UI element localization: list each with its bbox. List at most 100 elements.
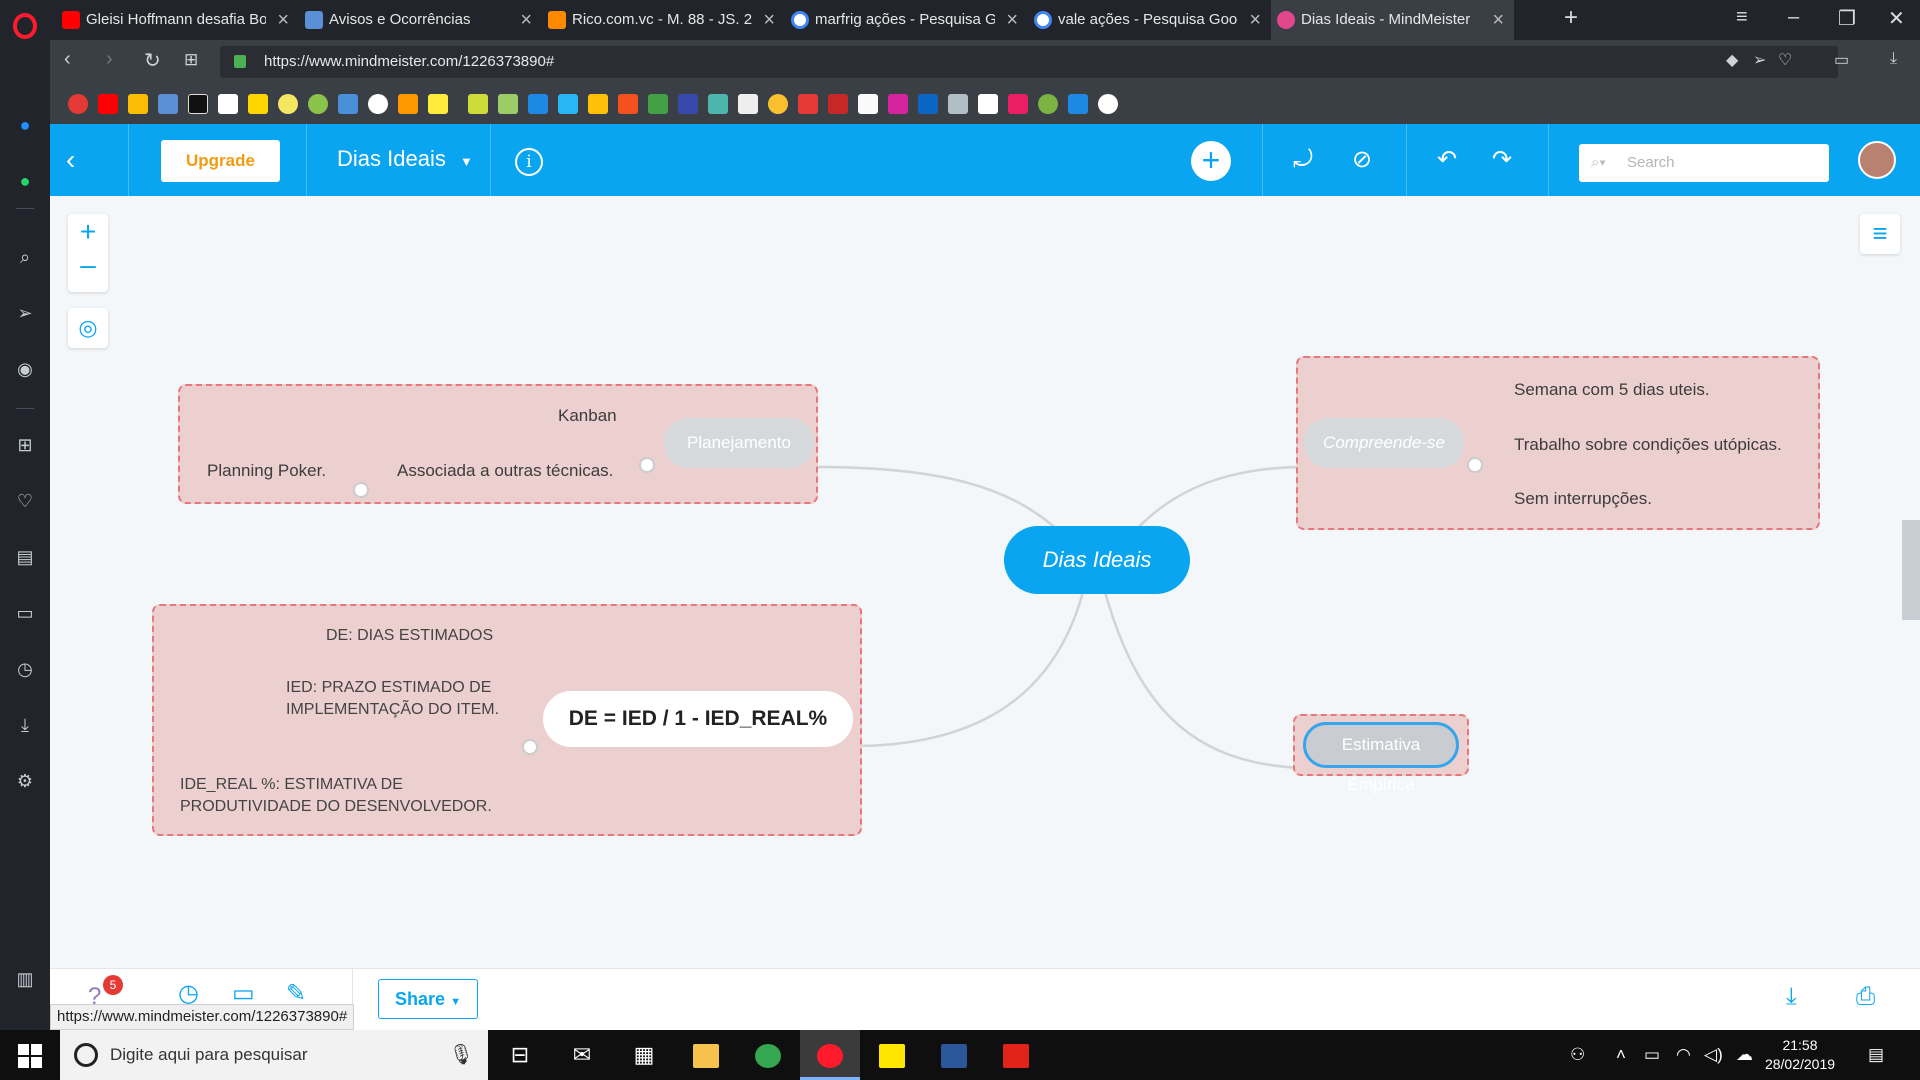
- close-window-icon[interactable]: ✕: [1888, 6, 1905, 31]
- microphone-icon[interactable]: 🎙: [449, 1030, 474, 1080]
- redo-icon[interactable]: ↷: [1492, 148, 1512, 172]
- drive-icon[interactable]: [128, 94, 148, 114]
- history-icon[interactable]: ◷: [12, 656, 38, 682]
- bookmark-icon[interactable]: [338, 94, 358, 114]
- collapse-handle[interactable]: [353, 482, 369, 498]
- close-icon[interactable]: ×: [1249, 0, 1261, 40]
- no-style-icon[interactable]: ⊘: [1352, 148, 1372, 172]
- url-field[interactable]: https://www.mindmeister.com/1226373890#: [220, 46, 1838, 78]
- reload-icon[interactable]: ↻: [144, 48, 161, 73]
- bookmark-icon[interactable]: [468, 94, 488, 114]
- mail-icon[interactable]: ✉: [552, 1030, 612, 1080]
- compreende-node[interactable]: Compreende-se: [1304, 418, 1464, 468]
- back-arrow-icon[interactable]: ‹: [66, 146, 75, 174]
- add-node-button[interactable]: +: [1191, 141, 1231, 181]
- calendar-icon[interactable]: ▦: [614, 1030, 674, 1080]
- estimativa-node[interactable]: Estimativa Empírica: [1303, 722, 1459, 794]
- close-icon[interactable]: ×: [763, 0, 775, 40]
- search-icon[interactable]: ⌕: [12, 244, 38, 270]
- bookmark-icon[interactable]: [948, 94, 968, 114]
- battery-icon[interactable]: ▭: [1644, 1045, 1660, 1065]
- bookmark-icon[interactable]: [648, 94, 668, 114]
- bookmark-icon[interactable]: [828, 94, 848, 114]
- formula-node[interactable]: DE = IED / 1 - IED_REAL%: [543, 691, 853, 747]
- tab-1[interactable]: Avisos e Ocorrências ×: [299, 0, 542, 40]
- bookmark-icon[interactable]: [428, 94, 448, 114]
- bookmark-icon[interactable]: [368, 94, 388, 114]
- back-icon[interactable]: ‹: [64, 48, 71, 71]
- send-icon[interactable]: ➢: [1753, 50, 1766, 70]
- whatsapp-icon[interactable]: ●: [12, 168, 38, 194]
- close-icon[interactable]: ×: [277, 0, 289, 40]
- bookmark-icon[interactable]: [528, 94, 548, 114]
- news-icon[interactable]: ▤: [12, 544, 38, 570]
- opera-logo-icon[interactable]: [13, 13, 37, 39]
- bookmark-icon[interactable]: [798, 94, 818, 114]
- bookmark-icon[interactable]: [218, 94, 238, 114]
- github-icon[interactable]: [1098, 94, 1118, 114]
- bookmark-icon[interactable]: [308, 94, 328, 114]
- heart-icon[interactable]: ♡: [1778, 50, 1792, 70]
- volume-icon[interactable]: ◁): [1704, 1045, 1723, 1065]
- office-icon[interactable]: [618, 94, 638, 114]
- linkedin-icon[interactable]: [918, 94, 938, 114]
- upgrade-button[interactable]: Upgrade: [161, 140, 280, 182]
- print-icon[interactable]: ⎙: [1856, 983, 1875, 1011]
- tab-3[interactable]: marfrig ações - Pesquisa Google ×: [785, 0, 1028, 40]
- bookmark-icon[interactable]: [158, 94, 178, 114]
- map-title-dropdown[interactable]: Dias Ideais ▼: [337, 146, 473, 172]
- bookmark-icon[interactable]: [398, 94, 418, 114]
- undo-icon[interactable]: ↶: [1437, 148, 1457, 172]
- associada-node[interactable]: Associada a outras técnicas.: [397, 461, 613, 481]
- tab-4[interactable]: vale ações - Pesquisa Google ×: [1028, 0, 1271, 40]
- messenger-icon[interactable]: ●: [12, 112, 38, 138]
- chrome-icon[interactable]: [738, 1030, 798, 1080]
- connect-icon[interactable]: ⤾: [1293, 148, 1313, 172]
- file-explorer-icon[interactable]: [676, 1030, 736, 1080]
- tab-0[interactable]: Gleisi Hoffmann desafia Bolsonaro ×: [56, 0, 299, 40]
- tabs-icon[interactable]: ▭: [12, 600, 38, 626]
- bookmark-icon[interactable]: [278, 94, 298, 114]
- task-view-icon[interactable]: ⊟: [490, 1030, 550, 1080]
- trabalho-node[interactable]: Trabalho sobre condições utópicas.: [1514, 435, 1782, 455]
- chevron-up-icon[interactable]: ˄: [1616, 1045, 1626, 1065]
- collapse-handle[interactable]: [639, 457, 655, 473]
- youtube-icon[interactable]: [98, 94, 118, 114]
- instagram-icon[interactable]: [888, 94, 908, 114]
- snapshot-icon[interactable]: ▭: [1834, 50, 1849, 70]
- search-input[interactable]: ⌕▾ Search: [1579, 144, 1829, 182]
- word-icon[interactable]: [924, 1030, 984, 1080]
- bookmark-icon[interactable]: [248, 94, 268, 114]
- camera-icon[interactable]: ◉: [12, 356, 38, 382]
- clock[interactable]: 21:58 28/02/2019: [1760, 1036, 1840, 1074]
- sem-interrupcoes-node[interactable]: Sem interrupções.: [1514, 489, 1652, 509]
- opera-icon[interactable]: [800, 1030, 860, 1080]
- minimize-icon[interactable]: –: [1788, 6, 1799, 29]
- cloud-download-icon[interactable]: ⤓: [1786, 983, 1797, 1011]
- bookmark-icon[interactable]: [708, 94, 728, 114]
- extension-icon[interactable]: ◆: [1726, 50, 1738, 70]
- ide-real-node[interactable]: IDE_REAL %: ESTIMATIVA DE PRODUTIVIDADE …: [180, 774, 520, 818]
- downloads-icon[interactable]: ⤓: [12, 712, 38, 738]
- de-node[interactable]: DE: DIAS ESTIMADOS: [326, 625, 493, 647]
- bookmark-icon[interactable]: [738, 94, 758, 114]
- info-icon[interactable]: i: [515, 148, 543, 176]
- avatar[interactable]: [1858, 141, 1896, 179]
- taskbar-search-input[interactable]: Digite aqui para pesquisar 🎙: [60, 1030, 488, 1080]
- tab-2[interactable]: Rico.com.vc - M. 88 - JS. 2019 ×: [542, 0, 785, 40]
- close-icon[interactable]: ×: [520, 0, 532, 40]
- tiles-icon[interactable]: ⊞: [184, 50, 198, 70]
- bookmark-icon[interactable]: [1038, 94, 1058, 114]
- bookmark-icon[interactable]: [1068, 94, 1088, 114]
- restore-icon[interactable]: ❐: [1838, 6, 1856, 31]
- bookmark-icon[interactable]: [1008, 94, 1028, 114]
- bookmark-icon[interactable]: [768, 94, 788, 114]
- close-icon[interactable]: ×: [1492, 0, 1504, 40]
- new-tab-icon[interactable]: +: [1564, 4, 1578, 32]
- bookmark-icon[interactable]: [188, 94, 208, 114]
- forward-icon[interactable]: ›: [106, 48, 113, 71]
- bookmark-icon[interactable]: [68, 94, 88, 114]
- share-button[interactable]: Share ▼: [378, 979, 478, 1019]
- wifi-icon[interactable]: ◠: [1676, 1045, 1691, 1065]
- notifications-icon[interactable]: ▤: [1868, 1045, 1884, 1065]
